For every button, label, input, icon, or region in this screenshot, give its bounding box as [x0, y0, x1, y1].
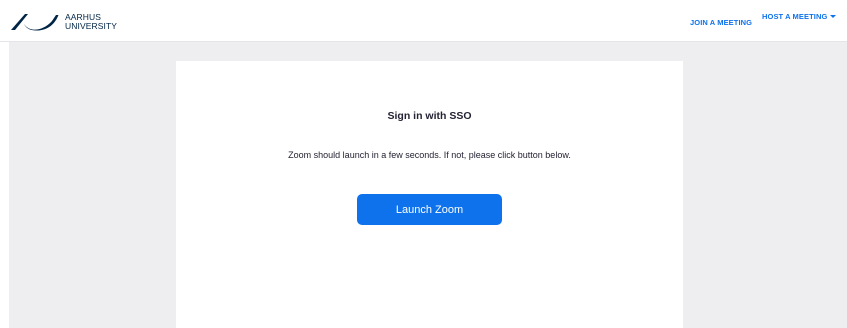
launch-zoom-button[interactable]: Launch Zoom: [357, 194, 502, 225]
host-meeting-label: HOST A MEETING: [762, 11, 828, 21]
logo-wordmark: AARHUS UNIVERSITY: [65, 13, 117, 31]
aarhus-university-logo[interactable]: AARHUS UNIVERSITY: [10, 13, 117, 31]
host-meeting-dropdown[interactable]: HOST A MEETING: [762, 0, 837, 37]
caret-down-icon: [830, 15, 837, 18]
page-title: Sign in with SSO: [387, 110, 472, 122]
launch-instructions: Zoom should launch in a few seconds. If …: [288, 150, 571, 160]
top-navigation-bar: AARHUS UNIVERSITY JOIN A MEETING HOST A …: [0, 0, 847, 42]
join-meeting-label: JOIN A MEETING: [690, 17, 753, 27]
join-meeting-link[interactable]: JOIN A MEETING: [690, 1, 752, 43]
sso-card: Sign in with SSO Zoom should launch in a…: [176, 61, 683, 328]
logo-text-line2: UNIVERSITY: [65, 21, 118, 31]
aarhus-university-logo-mark-icon: [11, 14, 59, 31]
